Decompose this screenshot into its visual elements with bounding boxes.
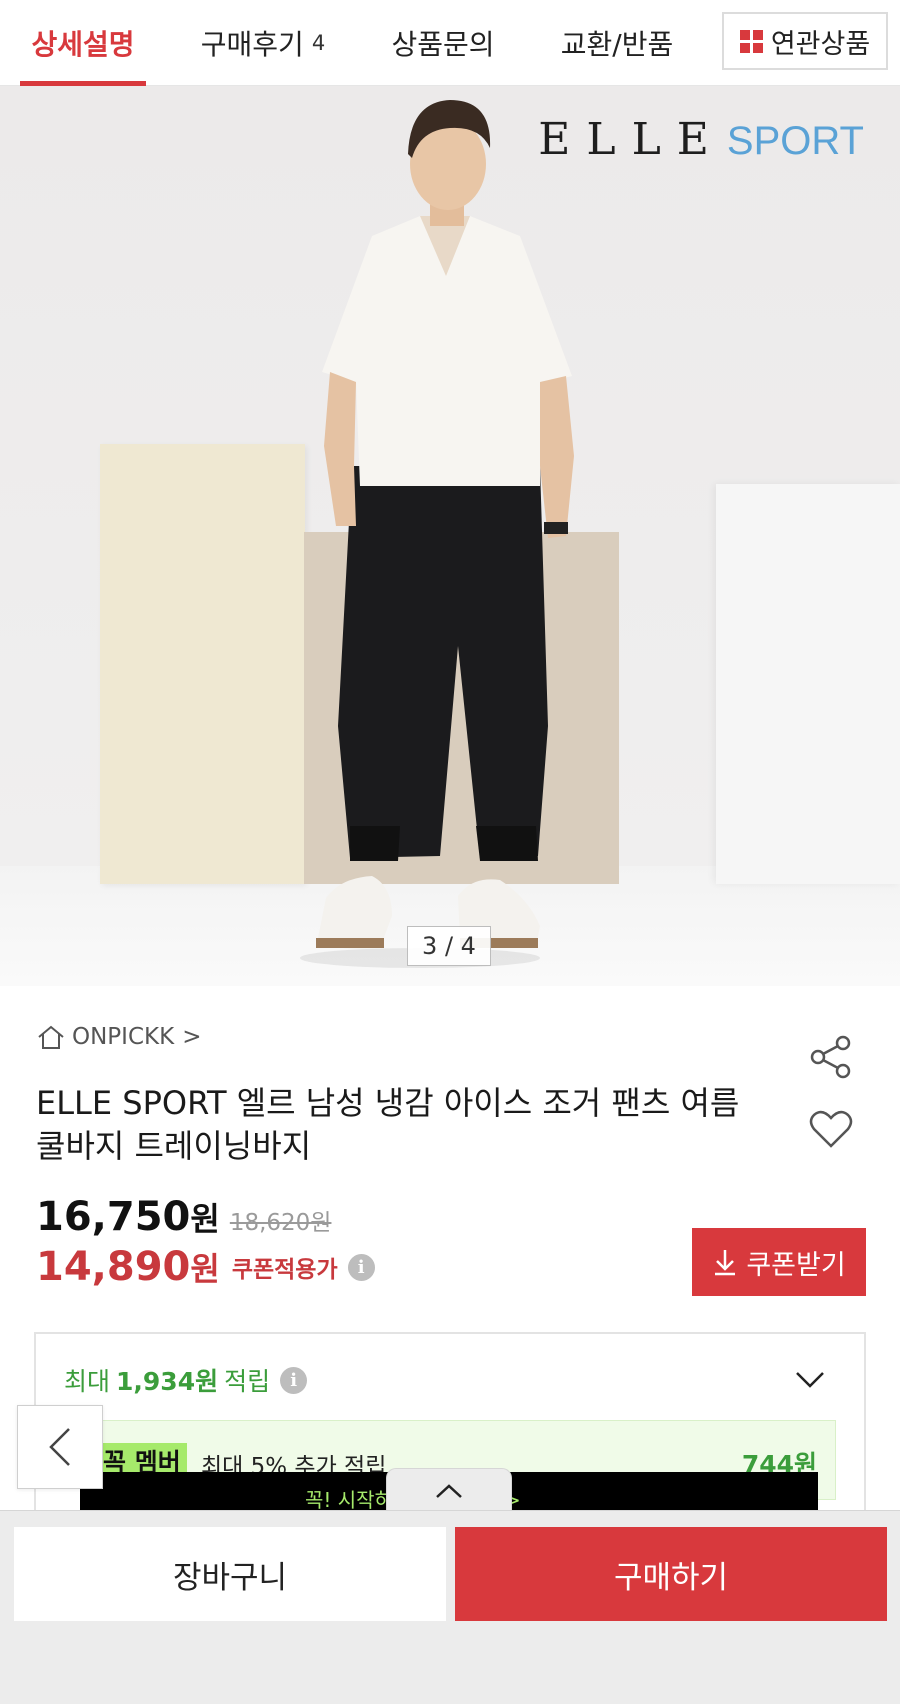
coupon-price: 14,890원 bbox=[36, 1244, 220, 1290]
product-image-carousel[interactable]: ELLE SPORT 3 / 4 bbox=[0, 86, 900, 986]
buy-now-button[interactable]: 구매하기 bbox=[455, 1527, 887, 1621]
download-icon bbox=[715, 1250, 736, 1276]
store-link[interactable]: ONPICKK > bbox=[36, 1024, 201, 1050]
get-coupon-label: 쿠폰받기 bbox=[746, 1249, 846, 1281]
tab-inquiry-label: 상품문의 bbox=[391, 28, 495, 61]
tab-exchange-return[interactable]: 교환/반품 bbox=[550, 0, 684, 86]
tab-detail-label: 상세설명 bbox=[31, 28, 135, 61]
reward-summary: 최대 1,934원 적립 i bbox=[64, 1362, 308, 1398]
reward-amount: 1,934원 bbox=[116, 1367, 219, 1396]
get-coupon-button[interactable]: 쿠폰받기 bbox=[692, 1228, 866, 1296]
coupon-price-row: 14,890원 쿠폰적용가 i bbox=[36, 1244, 375, 1290]
home-icon bbox=[38, 1025, 64, 1049]
tab-detail[interactable]: 상세설명 bbox=[20, 0, 146, 86]
related-products-label: 연관상품 bbox=[770, 28, 871, 60]
coupon-price-value: 14,890 bbox=[36, 1244, 191, 1290]
chevron-down-icon[interactable] bbox=[794, 1370, 826, 1390]
sale-price-unit: 원 bbox=[190, 1200, 220, 1238]
heart-icon[interactable] bbox=[808, 1108, 854, 1150]
coupon-price-unit: 원 bbox=[190, 1250, 220, 1288]
chevron-up-icon bbox=[436, 1483, 462, 1498]
related-products-button[interactable]: 연관상품 bbox=[722, 12, 888, 70]
info-icon[interactable]: i bbox=[280, 1366, 308, 1394]
share-icon[interactable] bbox=[808, 1034, 854, 1080]
product-info: ONPICKK > ELLE SPORT 엘르 남성 냉감 아이스 조거 팬츠 … bbox=[0, 986, 900, 1522]
tab-reviews-label: 구매후기 bbox=[200, 28, 304, 61]
store-name: ONPICKK bbox=[72, 1024, 175, 1050]
image-page-counter: 3 / 4 bbox=[407, 926, 491, 966]
top-tab-bar: 상세설명 구매후기 4 상품문의 교환/반품 연관상품 bbox=[0, 0, 900, 86]
review-count: 4 bbox=[311, 31, 326, 55]
add-to-cart-button[interactable]: 장바구니 bbox=[14, 1527, 446, 1621]
chevron-right-icon: > bbox=[182, 1024, 202, 1050]
grid-icon bbox=[739, 29, 763, 53]
tab-reviews[interactable]: 구매후기 4 bbox=[188, 0, 338, 86]
bottom-action-bar: 장바구니 구매하기 bbox=[0, 1510, 900, 1704]
sale-price-value: 16,750 bbox=[36, 1194, 191, 1240]
model-photo bbox=[300, 100, 574, 968]
back-button[interactable] bbox=[17, 1405, 103, 1489]
chevron-left-icon bbox=[49, 1428, 70, 1466]
tab-inquiry[interactable]: 상품문의 bbox=[380, 0, 506, 86]
price-row: 16,750원 18,620원 bbox=[36, 1194, 331, 1240]
tab-exchange-label: 교환/반품 bbox=[560, 28, 674, 61]
product-title: ELLE SPORT 엘르 남성 냉감 아이스 조거 팬츠 여름 쿨바지 트레이… bbox=[36, 1084, 740, 1165]
coupon-price-label: 쿠폰적용가 bbox=[231, 1257, 338, 1283]
reward-suffix: 적립 bbox=[224, 1367, 271, 1396]
info-icon[interactable]: i bbox=[347, 1253, 375, 1281]
sale-price: 16,750원 bbox=[36, 1194, 220, 1240]
collapse-toggle[interactable] bbox=[386, 1468, 512, 1512]
reward-prefix: 최대 bbox=[64, 1367, 111, 1396]
original-price: 18,620원 bbox=[229, 1210, 332, 1236]
